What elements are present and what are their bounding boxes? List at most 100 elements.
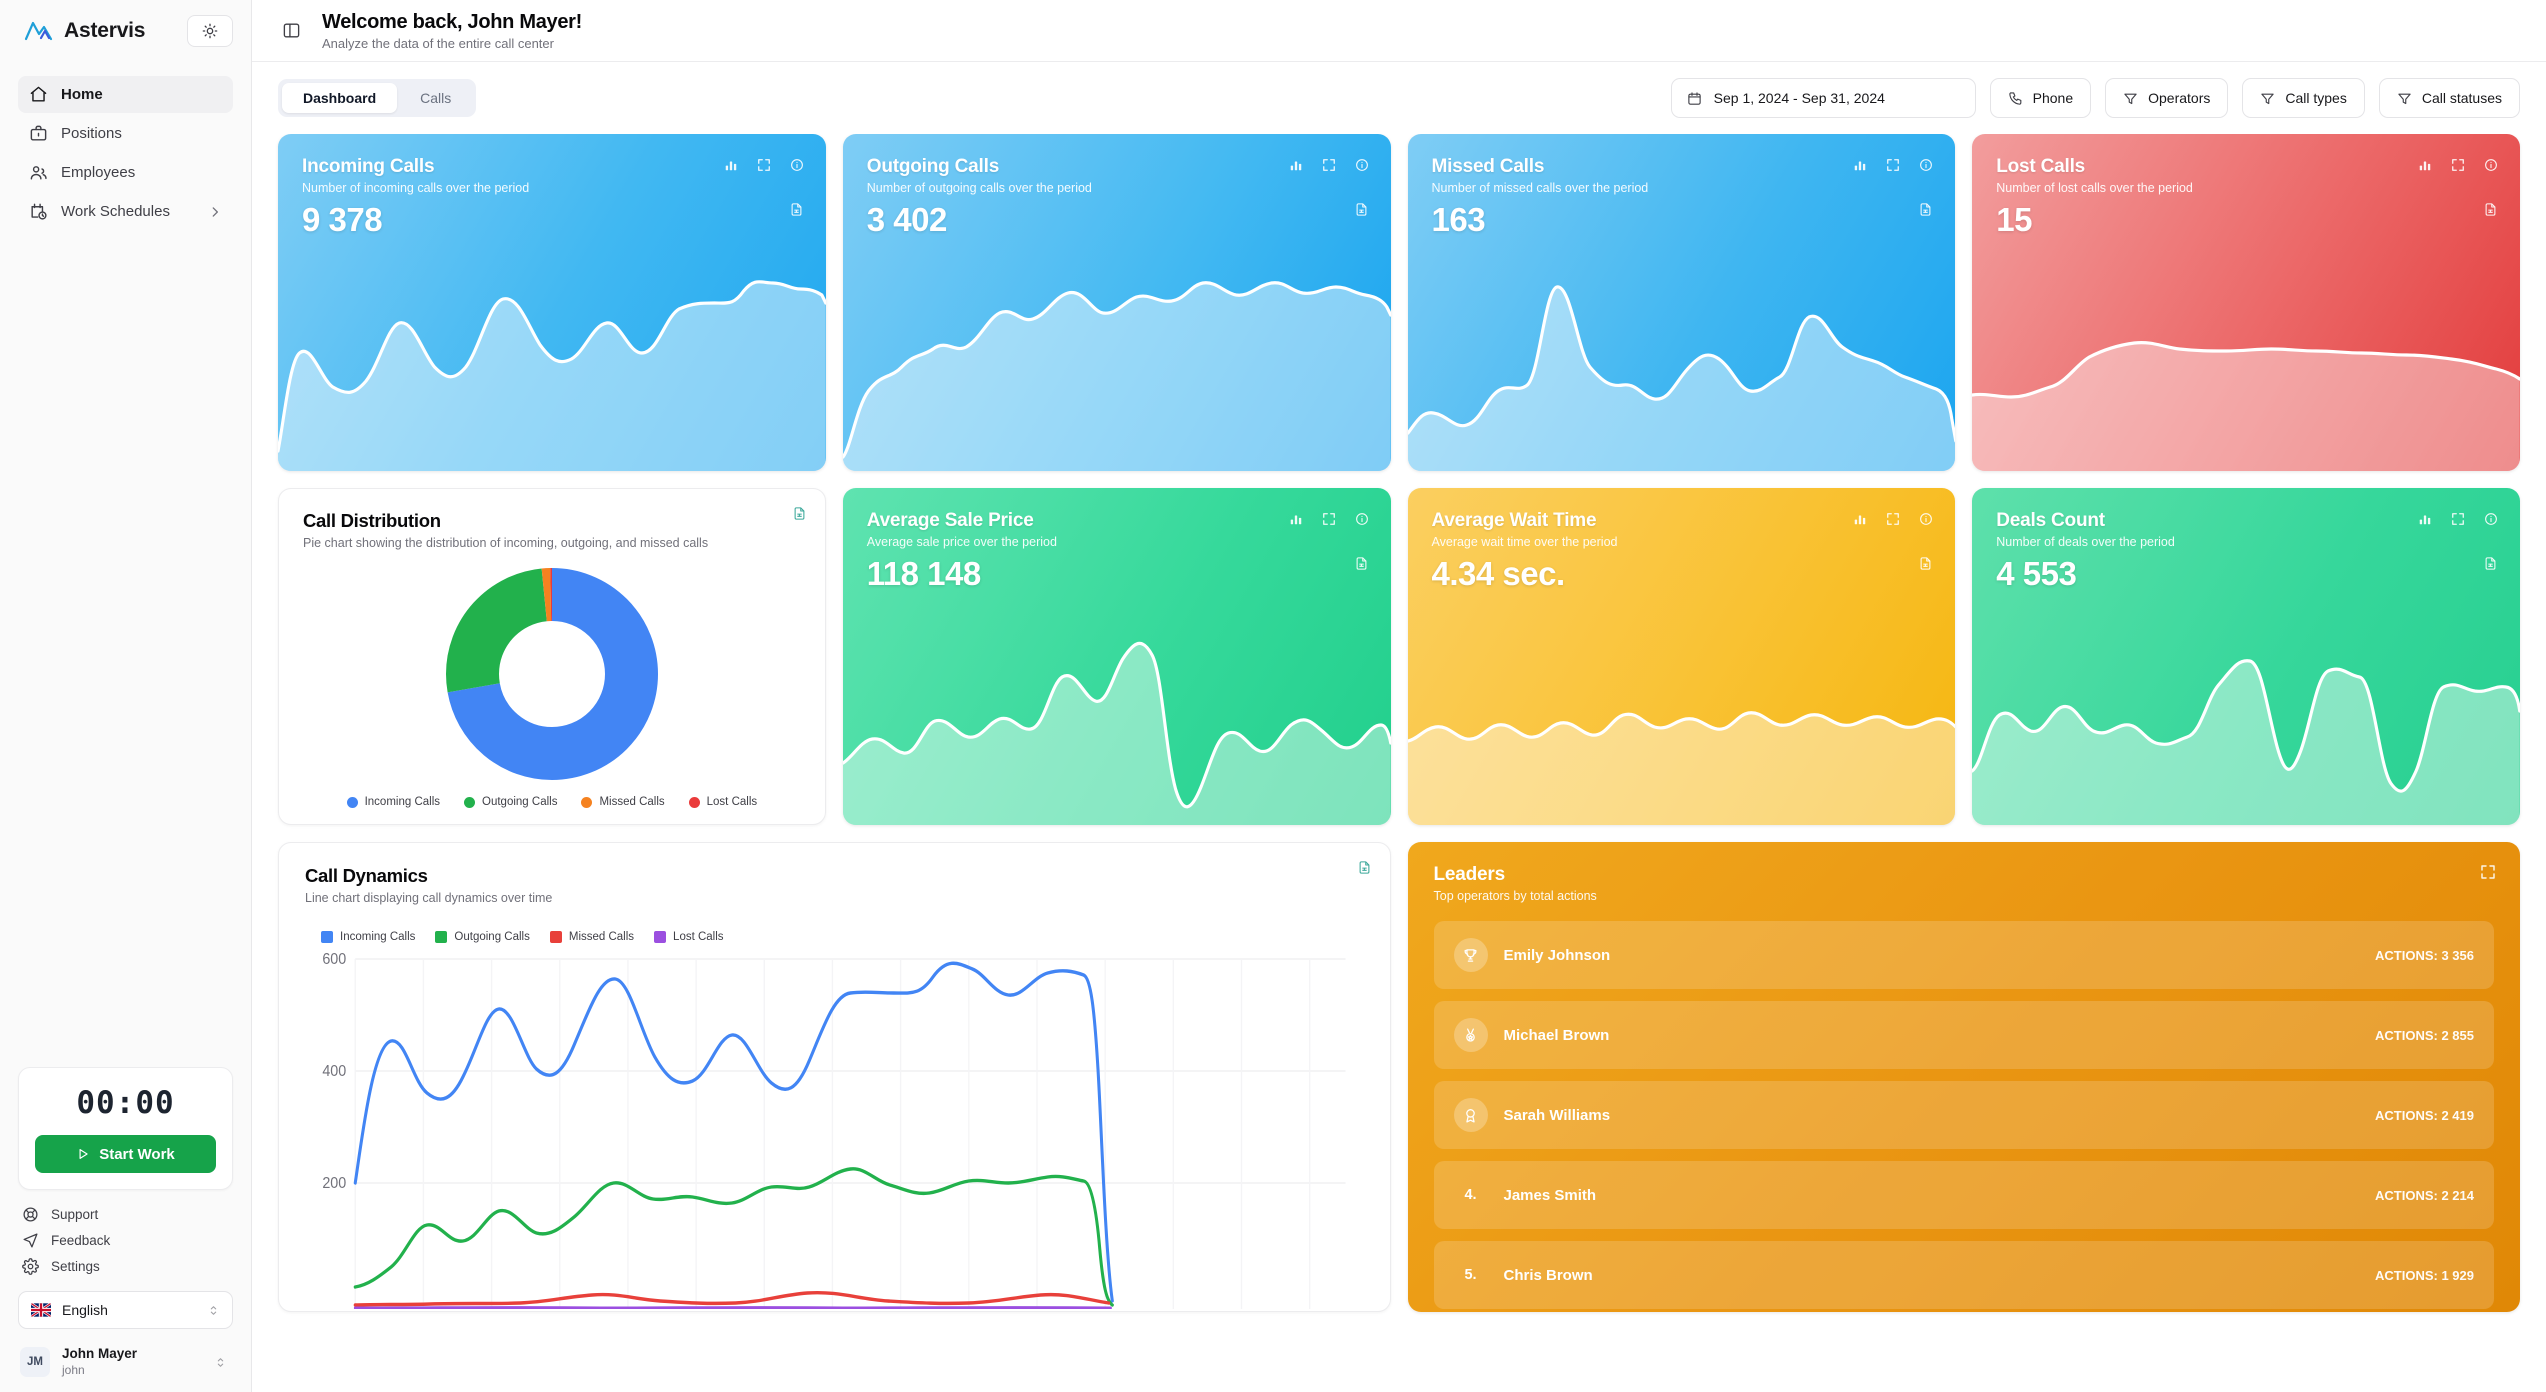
legend-swatch-missed: [581, 796, 593, 808]
sidebar-item-feedback[interactable]: Feedback: [18, 1232, 233, 1249]
stat-card-actions: [1289, 158, 1369, 172]
sidebar-collapse-button[interactable]: [278, 18, 304, 44]
filter-call-statuses[interactable]: Call statuses: [2378, 78, 2520, 118]
call-distribution-card: Call Distribution Pie chart showing the …: [278, 488, 826, 825]
legend-item: Incoming Calls: [321, 931, 415, 943]
list-item[interactable]: Emily Johnson ACTIONS: 3 356: [1433, 921, 2494, 989]
calendar-clock-icon: [31, 203, 47, 220]
sun-icon: [202, 23, 218, 39]
header-bar: Welcome back, John Mayer! Analyze the da…: [252, 0, 2546, 62]
language-selector[interactable]: English: [18, 1291, 233, 1330]
play-icon: [79, 1149, 88, 1160]
export-spreadsheet-icon[interactable]: [1918, 202, 1933, 217]
stat-card-average-wait-time[interactable]: Average Wait Time Average wait time over…: [1407, 488, 1956, 825]
list-item[interactable]: 4. James Smith ACTIONS: 2 214: [1433, 1161, 2494, 1229]
theme-toggle-button[interactable]: [187, 15, 233, 47]
stat-card-value: 4 553: [1996, 555, 2077, 592]
sidebar-item-work-schedules[interactable]: Work Schedules: [18, 193, 233, 230]
export-spreadsheet-icon[interactable]: [789, 202, 804, 217]
info-circle-icon[interactable]: [1919, 512, 1933, 526]
line-chart-legend: Incoming Calls Outgoing Calls Missed Cal…: [305, 931, 1364, 943]
expand-icon[interactable]: [1886, 158, 1900, 172]
stat-card-lost-calls[interactable]: Lost Calls Number of lost calls over the…: [1972, 134, 2520, 471]
tab-calls[interactable]: Calls: [399, 83, 472, 113]
leader-name: James Smith: [1503, 1186, 1597, 1204]
brand-name: Astervis: [64, 19, 146, 42]
info-circle-icon[interactable]: [1355, 512, 1369, 526]
start-work-button[interactable]: Start Work: [35, 1135, 216, 1174]
avatar: JM: [20, 1347, 50, 1378]
filter-call-types[interactable]: Call types: [2242, 78, 2365, 118]
dashboard-content: Incoming Calls Number of incoming calls …: [252, 134, 2546, 1392]
bar-chart-icon[interactable]: [1289, 512, 1303, 526]
stat-card-sparkline: [1972, 261, 2520, 471]
list-item[interactable]: Sarah Williams ACTIONS: 2 419: [1433, 1081, 2494, 1149]
bar-chart-icon[interactable]: [1853, 512, 1867, 526]
filter-icon: [2398, 93, 2411, 104]
legend-swatch-missed: [549, 931, 562, 943]
export-spreadsheet-icon[interactable]: [2483, 556, 2498, 571]
list-item[interactable]: 5. Chris Brown ACTIONS: 1 929: [1433, 1241, 2494, 1309]
ribbon-icon: [1453, 1098, 1488, 1132]
stat-card-value: 118 148: [866, 555, 981, 592]
export-spreadsheet-icon[interactable]: [792, 506, 807, 521]
donut-svg: [445, 568, 658, 780]
chevron-up-down-icon: [217, 1357, 224, 1367]
stat-card-missed-calls[interactable]: Missed Calls Number of missed calls over…: [1407, 134, 1956, 471]
filter-operators[interactable]: Operators: [2105, 78, 2229, 118]
filter-icon: [2261, 93, 2275, 104]
list-item[interactable]: Michael Brown ACTIONS: 2 855: [1433, 1001, 2494, 1069]
filter-phone[interactable]: Phone: [1989, 78, 2092, 118]
export-spreadsheet-icon[interactable]: [1918, 556, 1933, 571]
page-title: Welcome back, John Mayer!: [322, 11, 583, 33]
info-circle-icon[interactable]: [1355, 158, 1369, 172]
sidebar-item-home[interactable]: Home: [18, 76, 233, 113]
stat-card-average-sale-price[interactable]: Average Sale Price Average sale price ov…: [842, 488, 1391, 825]
stat-cards-row-1: Incoming Calls Number of incoming calls …: [278, 134, 2520, 471]
export-spreadsheet-icon[interactable]: [1357, 860, 1372, 875]
bar-chart-icon[interactable]: [2418, 158, 2432, 172]
sidebar-links: Support Feedback Settings: [18, 1206, 233, 1275]
bar-chart-icon[interactable]: [1853, 158, 1867, 172]
sidebar-item-positions[interactable]: Positions: [18, 115, 233, 152]
export-spreadsheet-icon[interactable]: [1354, 202, 1369, 217]
sidebar-item-support[interactable]: Support: [18, 1206, 233, 1223]
date-range-picker[interactable]: Sep 1, 2024 - Sep 31, 2024: [1670, 78, 1976, 118]
expand-icon[interactable]: [1886, 512, 1900, 526]
info-circle-icon[interactable]: [2484, 512, 2498, 526]
stat-card-subtitle: Number of incoming calls over the period: [302, 181, 530, 195]
export-spreadsheet-icon[interactable]: [2483, 202, 2498, 217]
expand-icon[interactable]: [2451, 158, 2465, 172]
sidebar-item-employees[interactable]: Employees: [18, 154, 233, 191]
gear-icon: [22, 1258, 39, 1275]
line-chart: 600 400 200: [305, 949, 1364, 1309]
sidebar-item-settings[interactable]: Settings: [18, 1258, 233, 1275]
expand-icon[interactable]: [2451, 512, 2465, 526]
info-circle-icon[interactable]: [790, 158, 804, 172]
user-menu[interactable]: JM John Mayer john: [18, 1342, 233, 1378]
info-circle-icon[interactable]: [1919, 158, 1933, 172]
stat-card-outgoing-calls[interactable]: Outgoing Calls Number of outgoing calls …: [842, 134, 1391, 471]
leader-actions: ACTIONS: 2 855: [2375, 1027, 2474, 1043]
stat-card-deals-count[interactable]: Deals Count Number of deals over the per…: [1972, 488, 2520, 825]
legend-item: Missed Calls: [581, 796, 665, 808]
export-spreadsheet-icon[interactable]: [1354, 556, 1369, 571]
leader-actions: ACTIONS: 1 929: [2375, 1267, 2474, 1283]
stat-card-incoming-calls[interactable]: Incoming Calls Number of incoming calls …: [278, 134, 826, 471]
bar-chart-icon[interactable]: [724, 158, 738, 172]
tab-dashboard[interactable]: Dashboard: [282, 83, 398, 113]
expand-icon[interactable]: [1322, 512, 1336, 526]
stat-card-subtitle: Average sale price over the period: [866, 535, 1057, 549]
expand-icon[interactable]: [2480, 864, 2496, 880]
expand-icon[interactable]: [757, 158, 771, 172]
expand-icon[interactable]: [1322, 158, 1336, 172]
sidebar: Astervis Home Positions Employees Work S…: [0, 0, 252, 1392]
trophy-icon: [1453, 938, 1488, 972]
calendar-icon: [1687, 91, 1701, 105]
panel-title: Call Dynamics: [305, 865, 428, 886]
info-circle-icon[interactable]: [2484, 158, 2498, 172]
stat-card-subtitle: Average wait time over the period: [1431, 535, 1618, 549]
bar-chart-icon[interactable]: [2418, 512, 2432, 526]
chevron-right-icon: [212, 206, 218, 217]
bar-chart-icon[interactable]: [1289, 158, 1303, 172]
